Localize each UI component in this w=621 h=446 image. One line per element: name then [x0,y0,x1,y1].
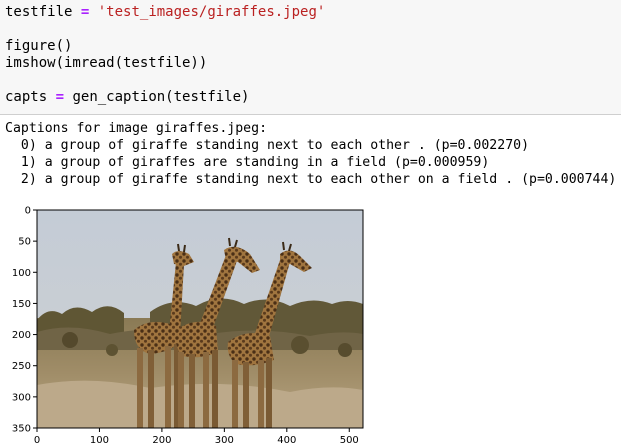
y-tick-label: 50 [18,237,31,248]
x-tick-label: 0 [34,435,40,446]
y-tick-label: 300 [12,392,31,403]
x-tick-label: 400 [277,435,296,446]
y-tick-label: 350 [12,424,31,435]
y-tick-label: 200 [12,330,31,341]
x-tick-label: 200 [152,435,171,446]
y-tick-label: 250 [12,361,31,372]
x-tick-label: 500 [340,435,359,446]
y-tick-label: 0 [25,206,31,217]
x-tick-label: 100 [90,435,109,446]
x-tick-label: 300 [215,435,234,446]
image-plot: 0 100 200 300 400 500 0 50 100 150 200 250 300 350 [12,206,364,446]
y-tick-label: 150 [12,299,31,310]
y-tick-label: 100 [12,268,31,279]
photo-giraffes [37,210,363,428]
